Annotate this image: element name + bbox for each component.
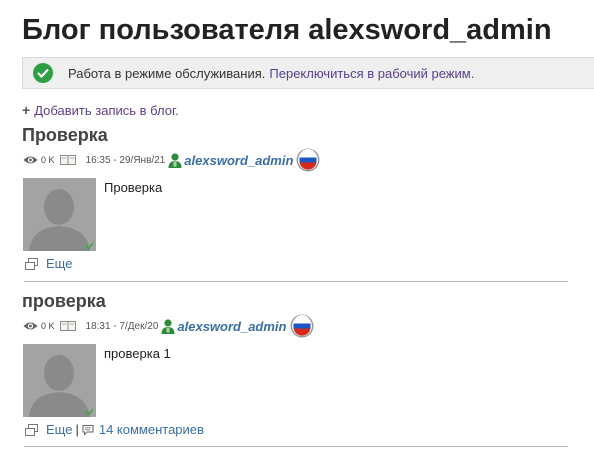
post-meta: 0 K 16:35 - 29/Янв/21 alexsword_admin xyxy=(23,148,320,172)
add-entry-link[interactable]: + Добавить запись в блог. xyxy=(22,102,179,118)
expand-icon xyxy=(25,257,38,270)
expand-icon xyxy=(25,423,38,436)
eye-icon xyxy=(23,321,38,331)
view-count: 0 K xyxy=(41,321,55,331)
post-footer: Еще | 14 комментариев xyxy=(25,422,204,437)
book-icon xyxy=(59,321,76,331)
avatar[interactable] xyxy=(23,344,96,417)
more-link[interactable]: Еще xyxy=(46,422,72,437)
check-circle-icon xyxy=(33,63,53,83)
post-title[interactable]: проверка xyxy=(22,291,106,312)
post-divider xyxy=(24,446,568,447)
user-icon xyxy=(161,318,175,334)
post-date: 18:31 - 7/Дек/20 xyxy=(85,320,159,332)
comments-link[interactable]: 14 комментариев xyxy=(99,422,204,437)
avatar[interactable] xyxy=(23,178,96,251)
view-count: 0 K xyxy=(41,155,55,165)
post-body: Проверка xyxy=(104,180,163,195)
eye-icon xyxy=(23,155,38,165)
post-footer: Еще xyxy=(25,256,72,271)
status-notice: Работа в режиме обслуживания. Переключит… xyxy=(22,57,594,89)
post-date: 16:35 - 29/Янв/21 xyxy=(85,154,166,166)
russia-flag-icon xyxy=(296,148,320,172)
notice-message: Работа в режиме обслуживания. xyxy=(68,65,266,81)
page-title: Блог пользователя alexsword_admin xyxy=(22,14,552,46)
author-link[interactable]: alexsword_admin xyxy=(184,153,293,168)
comment-icon xyxy=(82,424,94,436)
more-link[interactable]: Еще xyxy=(46,256,72,271)
russia-flag-icon xyxy=(290,314,314,338)
book-icon xyxy=(59,155,76,165)
post-meta: 0 K 18:31 - 7/Дек/20 alexsword_admin xyxy=(23,314,314,338)
switch-mode-link[interactable]: Переключиться в рабочий режим. xyxy=(269,66,474,81)
post-body: проверка 1 xyxy=(104,346,171,361)
page: Блог пользователя alexsword_admin Работа… xyxy=(0,0,594,456)
plus-icon: + xyxy=(22,102,31,118)
post-divider xyxy=(24,281,568,282)
separator: | xyxy=(75,422,79,437)
add-entry-label: Добавить запись в блог. xyxy=(34,102,179,118)
user-icon xyxy=(168,152,182,168)
author-link[interactable]: alexsword_admin xyxy=(177,319,286,334)
post-title[interactable]: Проверка xyxy=(22,125,108,146)
